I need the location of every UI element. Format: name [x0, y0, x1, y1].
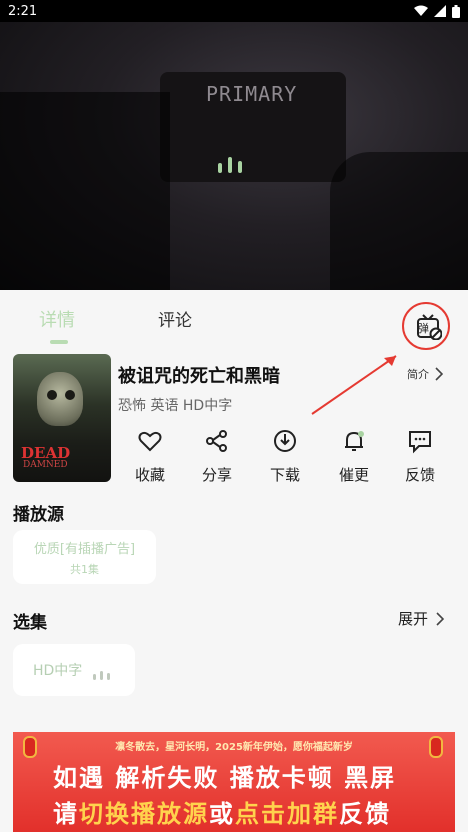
status-icons	[414, 4, 460, 18]
update-request-button[interactable]: 催更	[324, 428, 384, 485]
movie-poster[interactable]: DEAD DAMNED	[13, 354, 111, 482]
share-label: 分享	[201, 466, 232, 484]
bell-icon	[345, 431, 364, 451]
chevron-right-icon	[436, 611, 445, 626]
banner-text: 反馈	[339, 800, 391, 828]
intro-label: 简介	[407, 368, 429, 381]
video-shadow	[0, 92, 170, 290]
tab-indicator	[50, 340, 68, 344]
battery-icon	[452, 4, 460, 18]
banner-line-2: 请切换播放源或点击加群反馈	[53, 794, 391, 829]
feedback-label: 反馈	[404, 466, 435, 484]
poster-eye	[47, 390, 57, 400]
action-row: 收藏 分享 下载 催更 反馈	[118, 428, 458, 488]
download-icon	[274, 430, 296, 452]
banner-line-1: 如遇 解析失败 播放卡顿 黑屏	[53, 764, 397, 792]
status-time: 2:21	[8, 3, 38, 19]
source-section-title: 播放源	[13, 505, 64, 525]
movie-meta: 恐怖 英语 HD中字	[118, 398, 233, 414]
video-player[interactable]: PRIMARY	[0, 22, 468, 290]
source-count: 共1集	[70, 563, 99, 576]
source-item[interactable]: 优质[有插播广告] 共1集	[13, 530, 156, 584]
movie-title: 被诅咒的死亡和黑暗	[118, 366, 280, 387]
share-button[interactable]: 分享	[187, 428, 247, 485]
heart-icon	[138, 431, 162, 452]
danmu-label: 弹	[418, 322, 429, 335]
share-icon	[206, 430, 227, 452]
intro-link[interactable]: 简介	[407, 366, 443, 382]
poster-subtitle: DAMNED	[23, 460, 68, 470]
episode-label: HD中字	[33, 663, 83, 679]
pointer-arrow	[311, 355, 397, 415]
episode-item[interactable]: HD中字	[13, 644, 135, 696]
update-request-label: 催更	[338, 466, 369, 484]
banner-text: 或	[209, 800, 235, 828]
feedback-icon	[409, 431, 431, 454]
chevron-right-icon	[435, 367, 443, 381]
favorite-label: 收藏	[134, 466, 165, 484]
tab-detail[interactable]: 详情	[39, 306, 75, 332]
banner-highlight: 点击加群	[235, 800, 339, 828]
banner-highlight: 切换播放源	[79, 800, 209, 828]
wifi-icon	[414, 5, 428, 16]
download-label: 下载	[269, 466, 300, 484]
expand-button[interactable]: 展开	[398, 608, 445, 629]
poster-figure	[37, 372, 83, 426]
expand-label: 展开	[398, 610, 429, 628]
promo-banner[interactable]: 凛冬散去，星河长明，2025新年伊始，愿你福起新岁 如遇 解析失败 播放卡顿 黑…	[13, 732, 455, 832]
detail-sheet: 详情 评论 弹 DEAD DAMNED 被诅咒的死亡和黑暗 恐怖 英语 HD中字…	[0, 290, 468, 832]
signal-icon	[434, 5, 446, 17]
playing-indicator	[93, 671, 110, 680]
source-name: 优质[有插播广告]	[33, 542, 136, 557]
video-board-text: PRIMARY	[206, 82, 298, 106]
banner-text: 请	[53, 800, 79, 828]
loading-indicator	[218, 157, 242, 173]
favorite-button[interactable]: 收藏	[120, 428, 180, 485]
status-bar: 2:21	[0, 0, 468, 22]
video-shadow	[330, 152, 468, 290]
tab-comment[interactable]: 评论	[158, 306, 192, 331]
episode-section-title: 选集	[13, 613, 47, 633]
poster-eye	[65, 390, 75, 400]
feedback-button[interactable]: 反馈	[390, 428, 450, 485]
tab-bar: 详情 评论 弹	[0, 290, 468, 415]
banner-top-text: 凛冬散去，星河长明，2025新年伊始，愿你福起新岁	[115, 742, 353, 753]
download-button[interactable]: 下载	[255, 428, 315, 485]
